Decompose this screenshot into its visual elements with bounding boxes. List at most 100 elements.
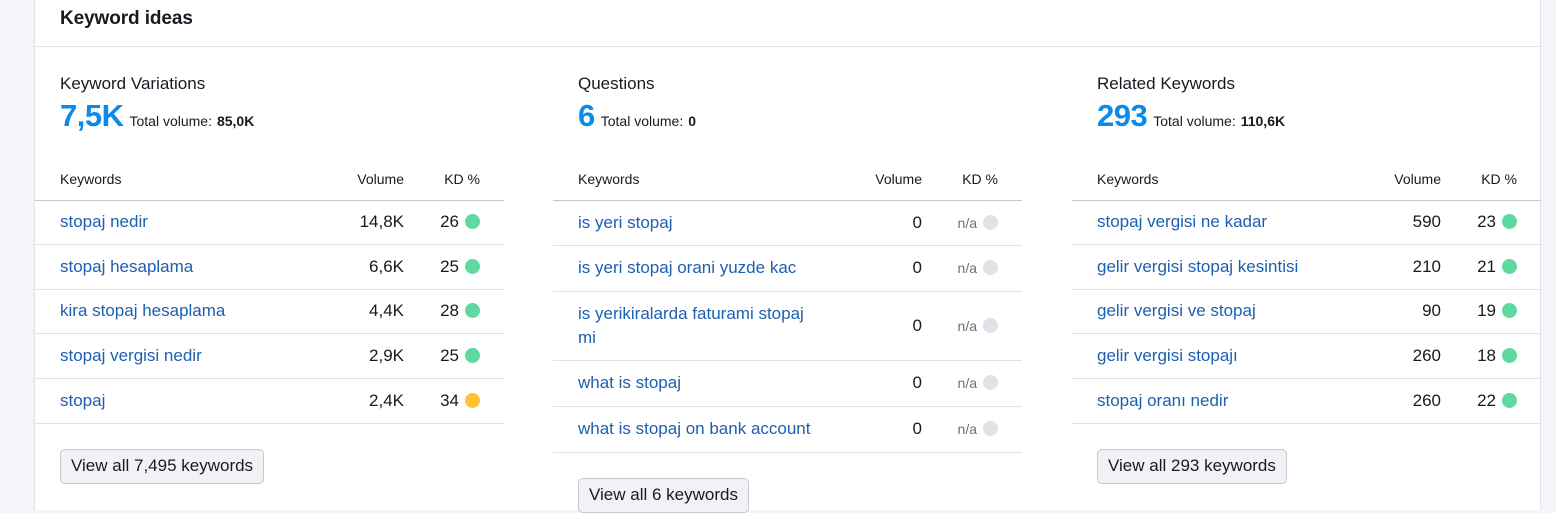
column-title: Questions [578,74,655,93]
table-row: stopaj nedir 14,8K 26 [35,200,504,245]
keyword-link[interactable]: is yerikiralarda faturami stopaj mi [578,302,812,350]
table-row: what is stopaj 0 n/a [553,360,1022,407]
total-volume-label: Total volume: [129,113,212,129]
difficulty-dot-icon [983,421,998,436]
kd-value: 25 [440,345,459,365]
volume-cell: 90 [1331,289,1441,334]
kd-value: 19 [1477,301,1496,320]
keyword-table: Keywords Volume KD % stopaj nedir 14,8K 26… [35,158,504,424]
column-title: Keyword Variations [60,74,206,93]
keyword-link[interactable]: is yeri stopaj orani yuzde kac [578,256,796,280]
summary: 6 Total volume: 0 [578,98,1022,136]
kd-value: n/a [957,214,977,231]
volume-cell: 4,4K [294,289,404,334]
view-all-button[interactable]: View all 6 keywords [578,477,749,513]
keyword-link[interactable]: what is stopaj on bank account [578,417,810,441]
keyword-table: Keywords Volume KD % stopaj vergisi ne k… [1072,158,1541,424]
card-title: Keyword ideas [60,8,193,29]
table-row: stopaj hesaplama 6,6K 25 [35,244,504,290]
summary: 293 Total volume: 110,6K [1097,98,1541,136]
kd-value: 18 [1477,345,1496,365]
difficulty-dot-icon [465,214,480,229]
table-row: what is stopaj on bank account 0 n/a [553,406,1022,453]
volume-cell: 590 [1331,200,1441,245]
keyword-link[interactable]: stopaj vergisi nedir [60,344,202,368]
keyword-table: Keywords Volume KD % is yeri stopaj 0 n/a i… [553,158,1022,453]
kd-value: n/a [957,317,977,334]
kd-value: 25 [440,256,459,276]
kd-value: 21 [1477,256,1496,276]
volume-header: Volume [1331,158,1441,201]
table-row: kira stopaj hesaplama 4,4K 28 [35,289,504,334]
table-row: stopaj 2,4K 34 [35,378,504,424]
kd-value: 22 [1477,390,1496,410]
keyword-link[interactable]: kira stopaj hesaplama [60,299,225,323]
difficulty-dot-icon [1502,303,1517,318]
view-all-button[interactable]: View all 293 keywords [1097,448,1287,484]
difficulty-dot-icon [1502,214,1517,229]
column-title: Related Keywords [1097,74,1235,93]
kd-value: n/a [957,421,977,437]
questions-column: Questions 6 Total volume: 0 Keywords Vol… [553,47,1022,513]
kd-value: 26 [440,212,459,231]
table-row: gelir vergisi stopaj kesintisi 210 21 [1072,244,1541,290]
volume-cell: 2,9K [294,333,404,379]
kd-value: 28 [440,301,459,320]
kd-value: 34 [440,390,459,410]
volume-header: Volume [812,158,922,201]
keyword-link[interactable]: stopaj [60,389,105,413]
difficulty-dot-icon [465,258,480,274]
keyword-count[interactable]: 6 [578,98,595,134]
keyword-link[interactable]: stopaj oranı nedir [1097,389,1228,413]
volume-cell: 210 [1331,244,1441,290]
related-keywords-column: Related Keywords 293 Total volume: 110,6… [1072,47,1541,484]
difficulty-dot-icon [983,214,998,230]
difficulty-dot-icon [1502,392,1517,408]
difficulty-dot-icon [983,317,998,333]
kd-header: KD % [922,158,1022,201]
volume-cell: 6,6K [294,244,404,290]
keyword-link[interactable]: gelir vergisi ve stopaj [1097,299,1256,323]
volume-cell: 260 [1331,333,1441,379]
keyword-link[interactable]: gelir vergisi stopajı [1097,344,1238,368]
keyword-count[interactable]: 7,5K [60,98,124,134]
keyword-link[interactable]: stopaj nedir [60,210,148,234]
volume-cell: 0 [812,360,922,407]
volume-cell: 0 [812,200,922,246]
keyword-ideas-card: Keyword ideas Keyword Variations 7,5K To… [34,0,1541,513]
keywords-header: Keywords [553,158,812,201]
volume-cell: 260 [1331,378,1441,424]
table-row: stopaj vergisi nedir 2,9K 25 [35,333,504,379]
difficulty-dot-icon [983,375,998,390]
summary: 7,5K Total volume: 85,0K [60,98,504,136]
volume-cell: 0 [812,245,922,292]
keyword-variations-column: Keyword Variations 7,5K Total volume: 85… [35,47,504,484]
difficulty-dot-icon [465,303,480,318]
difficulty-dot-icon [1502,258,1517,274]
view-all-button[interactable]: View all 7,495 keywords [60,448,265,484]
kd-value: n/a [957,375,977,391]
keyword-link[interactable]: is yeri stopaj [578,211,672,235]
difficulty-dot-icon [1502,347,1517,363]
total-volume-value: 110,6K [1240,113,1286,129]
table-row: is yeri stopaj orani yuzde kac 0 n/a [553,245,1022,292]
total-volume-label: Total volume: [1153,113,1236,129]
kd-value: 23 [1477,212,1496,231]
volume-cell: 2,4K [294,378,404,424]
card-header: Keyword ideas [35,0,1540,47]
keyword-link[interactable]: what is stopaj [578,371,681,395]
volume-cell: 14,8K [294,200,404,245]
keyword-link[interactable]: gelir vergisi stopaj kesintisi [1097,255,1298,279]
kd-header: KD % [1441,158,1541,201]
table-row: is yerikiralarda faturami stopaj mi 0 n/a [553,291,1022,361]
keyword-link[interactable]: stopaj vergisi ne kadar [1097,210,1267,234]
table-row: stopaj oranı nedir 260 22 [1072,378,1541,424]
volume-header: Volume [294,158,404,201]
volume-cell: 0 [812,291,922,361]
table-row: gelir vergisi stopajı 260 18 [1072,333,1541,379]
kd-header: KD % [404,158,504,201]
table-row: gelir vergisi ve stopaj 90 19 [1072,289,1541,334]
keyword-link[interactable]: stopaj hesaplama [60,255,193,279]
table-row: is yeri stopaj 0 n/a [553,200,1022,246]
keyword-count[interactable]: 293 [1097,98,1148,134]
